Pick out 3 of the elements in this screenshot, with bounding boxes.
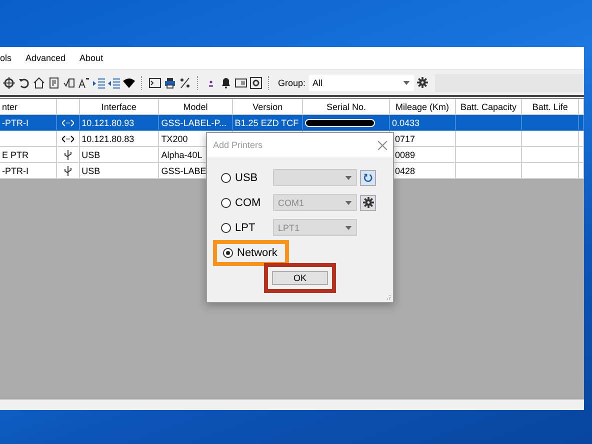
table-cell: -PTR-I xyxy=(0,163,57,179)
group-label: Group: xyxy=(278,78,306,88)
table-cell: USB xyxy=(80,163,160,179)
